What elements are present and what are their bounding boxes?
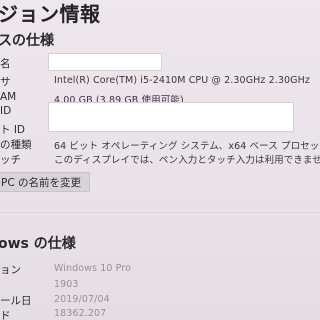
rename-pc-button[interactable]: PC の名前を変更 bbox=[0, 172, 90, 192]
edition-label: ョン bbox=[0, 264, 21, 276]
edition-value: Windows 10 Pro bbox=[54, 263, 132, 274]
processor-value: Intel(R) Core(TM) i5-2410M CPU @ 2.30GHz… bbox=[54, 75, 310, 86]
device-id-label: ID bbox=[0, 105, 12, 117]
device-name-value-redacted bbox=[48, 53, 162, 71]
section-divider bbox=[0, 212, 320, 213]
windows-spec-heading: ows の仕様 bbox=[0, 236, 76, 252]
version-value: 1903 bbox=[54, 279, 79, 290]
ram-label: AM bbox=[0, 91, 17, 103]
about-settings-page: ジョン情報 スの仕様 名 サ Intel(R) Core(TM) i5-2410… bbox=[0, 0, 320, 320]
pen-touch-label: ッチ bbox=[0, 154, 21, 166]
device-spec-heading: スの仕様 bbox=[0, 33, 54, 49]
page-title: ジョン情報 bbox=[0, 2, 101, 26]
product-id-label: ト ID bbox=[0, 124, 26, 136]
system-type-label: の種類 bbox=[0, 139, 32, 151]
processor-label: サ bbox=[0, 76, 11, 88]
device-id-value-redacted bbox=[48, 102, 294, 132]
system-type-value: 64 ビット オペレーティング システム、x64 ベース プロセッサ bbox=[54, 141, 320, 152]
install-date-value: 2019/07/04 bbox=[54, 294, 110, 305]
os-build-label: ド bbox=[0, 310, 11, 320]
pen-touch-value: このディスプレイでは、ペン入力とタッチ入力は利用できません bbox=[54, 155, 320, 166]
os-build-value: 18362.207 bbox=[54, 308, 107, 319]
device-name-label: 名 bbox=[0, 58, 11, 70]
install-date-label: ール日 bbox=[0, 295, 32, 307]
